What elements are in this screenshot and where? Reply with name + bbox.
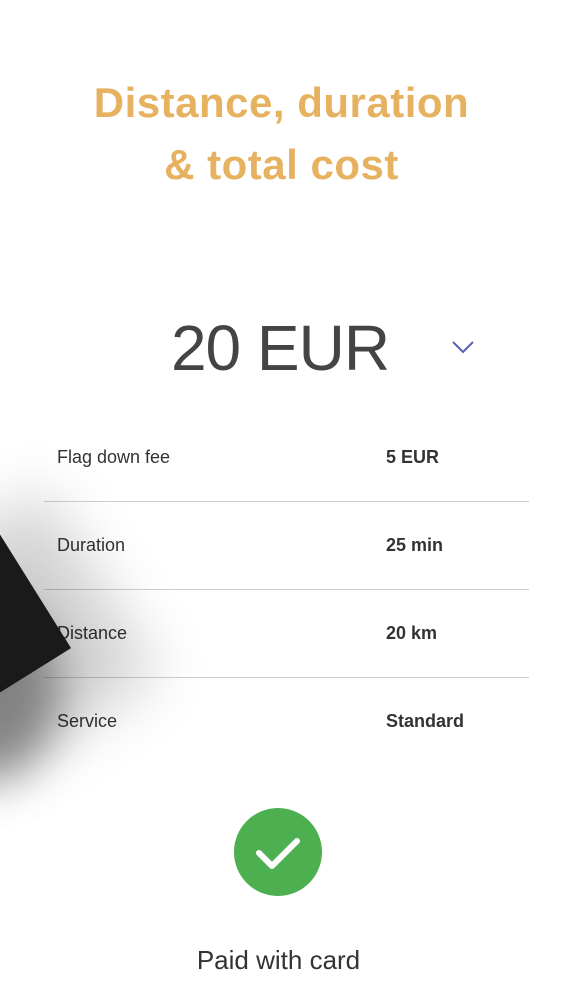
fare-breakdown-list: Flag down fee 5 EUR Duration 25 min Dist… (44, 414, 529, 765)
fare-row-value: 25 min (386, 535, 444, 555)
payment-status-label: Paid with card (196, 945, 361, 975)
fare-row-label: Service (57, 711, 118, 731)
page-title: Distance, duration & total cost (0, 72, 563, 196)
fare-row-flag-down-fee: Flag down fee 5 EUR (44, 414, 529, 502)
fare-row-label: Distance (57, 623, 128, 643)
fare-row-label: Duration (57, 535, 126, 555)
payment-success-badge (234, 808, 322, 896)
fare-row-value: 5 EUR (386, 447, 440, 467)
page-title-line-1: Distance, duration (93, 79, 470, 126)
checkmark-icon (256, 838, 300, 869)
fare-row-label: Flag down fee (57, 447, 171, 467)
total-cost-row: 20 EUR (0, 308, 563, 388)
page-title-line-2: & total cost (164, 141, 399, 188)
trip-summary-screen: Distance, duration & total cost 20 EUR F… (0, 0, 563, 1000)
fare-row-service: Service Standard (44, 678, 529, 765)
expand-details-button[interactable] (446, 332, 480, 362)
fare-row-value: 20 km (386, 623, 438, 643)
fare-row-distance: Distance 20 km (44, 590, 529, 678)
fare-row-duration: Duration 25 min (44, 502, 529, 590)
fare-row-value: Standard (386, 711, 465, 731)
total-cost-amount: 20 EUR (170, 312, 390, 384)
chevron-down-icon (452, 341, 474, 354)
